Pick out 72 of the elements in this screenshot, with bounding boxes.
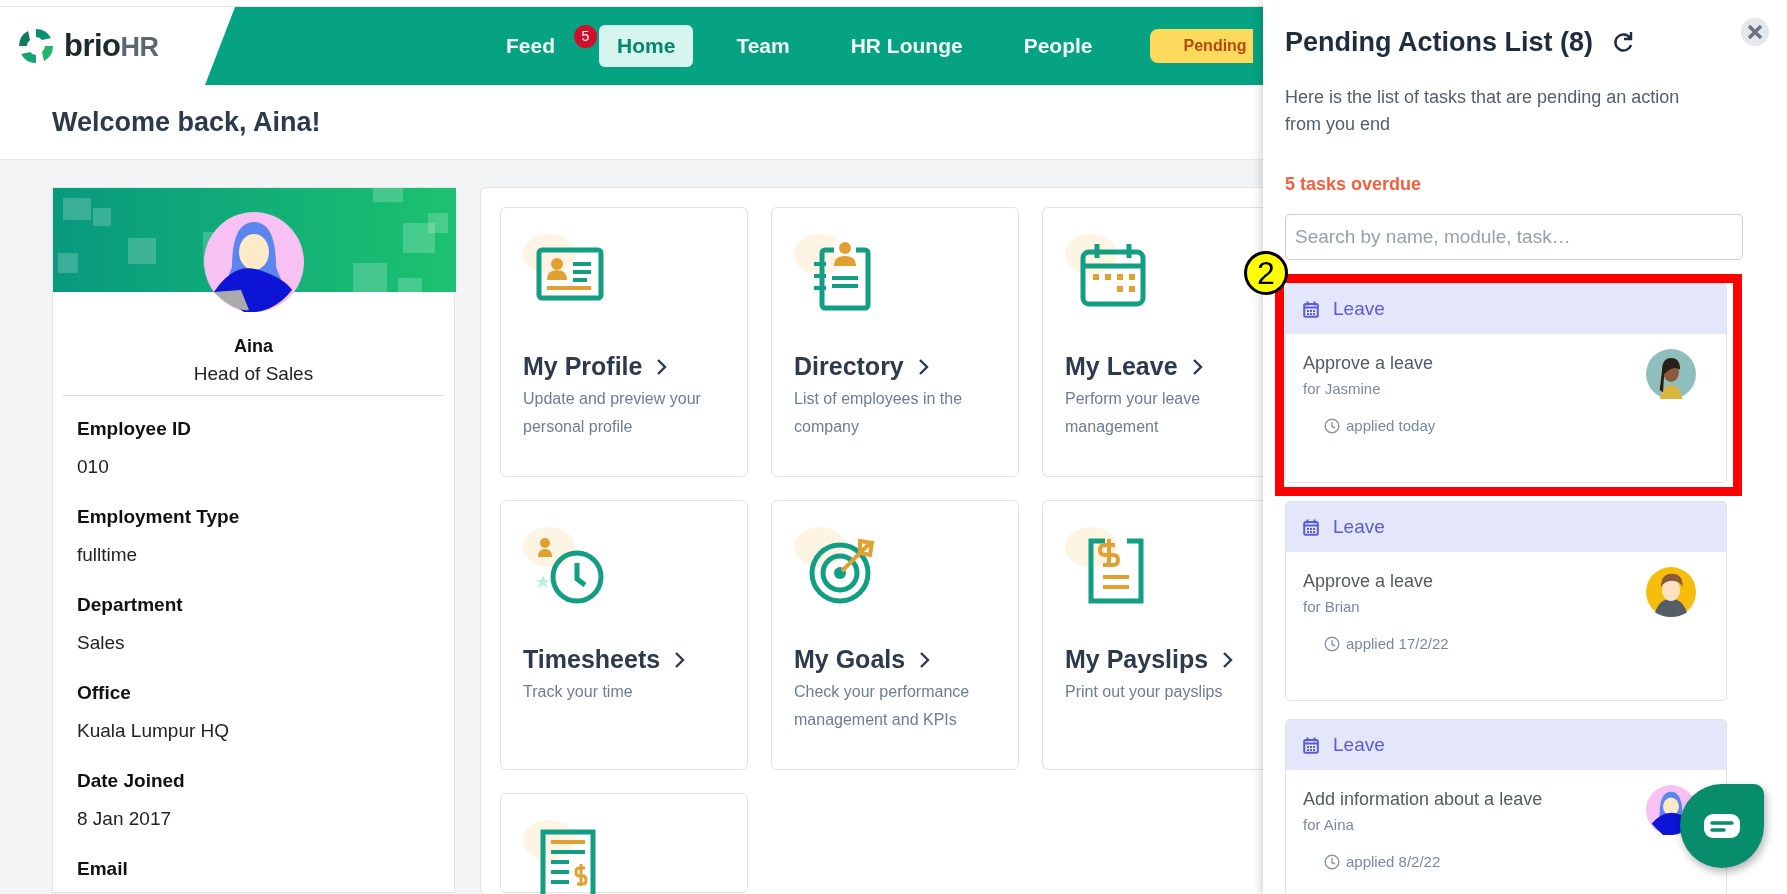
- panel-title: Pending Actions List (8): [1285, 26, 1593, 58]
- field-label: Employee ID: [77, 418, 193, 440]
- task-subject: for Jasmine: [1303, 380, 1382, 397]
- notification-badge: 5: [574, 24, 597, 48]
- chevron-icon: [1191, 357, 1204, 376]
- profile-name: Aina: [233, 336, 274, 357]
- tile-title: My Goals: [794, 645, 906, 674]
- task-title: Approve a leave: [1303, 571, 1435, 592]
- close-icon[interactable]: [1741, 18, 1769, 46]
- tile-title: My Leave: [1065, 352, 1178, 381]
- field-value: Sales: [77, 632, 126, 655]
- field-value: 010: [77, 456, 110, 479]
- field-label: Department: [77, 594, 184, 616]
- task-card[interactable]: Leave Add information about a leave for Aina applied 8/2/22: [1285, 719, 1727, 894]
- task-subject: for Aina: [1303, 816, 1355, 833]
- task-card[interactable]: Leave Approve a leave for Jasmine applied today: [1285, 283, 1727, 483]
- tile-description: Update and preview your personal profile: [523, 389, 702, 437]
- welcome-heading: Welcome back, Aina!: [52, 106, 321, 138]
- module-label: Leave: [1333, 734, 1385, 756]
- logo-wordmark: brioHR: [64, 28, 159, 64]
- field-label: Email: [77, 858, 129, 880]
- tile-description: Perform your leave management: [1065, 389, 1202, 437]
- task-title: Add information about a leave: [1303, 789, 1543, 810]
- calendar-icon: [1303, 518, 1319, 536]
- tile-title: My Payslips: [1065, 645, 1209, 674]
- applied-date: applied today: [1346, 417, 1436, 434]
- clock-icon: [1324, 635, 1340, 652]
- module-tile[interactable]: My Goals Check your performance management and KPIs: [771, 500, 1019, 770]
- module-tile[interactable]: My Profile Update and preview your personal profile: [500, 207, 748, 477]
- tile-description: Track your time: [523, 682, 634, 702]
- pending-button[interactable]: Pending: [1149, 29, 1253, 63]
- panel-description: Here is the list of tasks that are pending an action from you end: [1285, 86, 1681, 136]
- field-label: Date Joined: [77, 770, 186, 792]
- chevron-icon: [656, 357, 669, 376]
- tile-description: Check your performance management and KPIs: [794, 682, 971, 730]
- chevron-icon: [919, 650, 932, 669]
- applied-date: applied 17/2/22: [1346, 635, 1449, 652]
- task-card[interactable]: Leave Approve a leave for Brian applied 17/2/22: [1285, 501, 1727, 701]
- field-value: Kuala Lumpur HQ: [77, 720, 231, 743]
- field-label: Office: [77, 682, 132, 704]
- module-tile[interactable]: Timesheets Track your time: [500, 500, 748, 770]
- clock-icon: [1324, 417, 1340, 434]
- clock-icon: [1324, 853, 1340, 870]
- tile-description: Print out your payslips: [1065, 682, 1224, 702]
- field-value: 8 Jan 2017: [77, 808, 173, 831]
- module-label: Leave: [1333, 516, 1385, 538]
- refresh-icon[interactable]: [1611, 30, 1635, 54]
- chevron-icon: [917, 357, 930, 376]
- calendar-icon: [1303, 736, 1319, 754]
- field-value: fulltime: [77, 544, 139, 567]
- field-label: Employment Type: [77, 506, 241, 528]
- nav-tab[interactable]: Home: [599, 25, 694, 67]
- job-title: Head of Sales: [192, 363, 315, 385]
- tile-title: My Profile: [523, 352, 643, 381]
- task-subject: for Brian: [1303, 598, 1361, 615]
- avatar: [1646, 567, 1696, 617]
- chevron-icon: [674, 650, 687, 669]
- search-field[interactable]: Search by name, module, task…: [1285, 214, 1743, 260]
- module-tile[interactable]: Directory List of employees in the company: [771, 207, 1019, 477]
- tile-title: Directory: [794, 352, 904, 381]
- chevron-icon: [1222, 650, 1235, 669]
- logo-icon: [16, 26, 56, 66]
- overdue-count: 5 tasks overdue: [1285, 174, 1423, 195]
- chat-icon: [1704, 814, 1740, 838]
- avatar: [1646, 349, 1696, 399]
- applied-date: applied 8/2/22: [1346, 853, 1441, 870]
- module-tile[interactable]: [500, 793, 748, 893]
- calendar-icon: [1303, 300, 1319, 318]
- tile-description: List of employees in the company: [794, 389, 964, 437]
- module-label: Leave: [1333, 298, 1385, 320]
- tile-title: Timesheets: [523, 645, 661, 674]
- task-title: Approve a leave: [1303, 353, 1435, 374]
